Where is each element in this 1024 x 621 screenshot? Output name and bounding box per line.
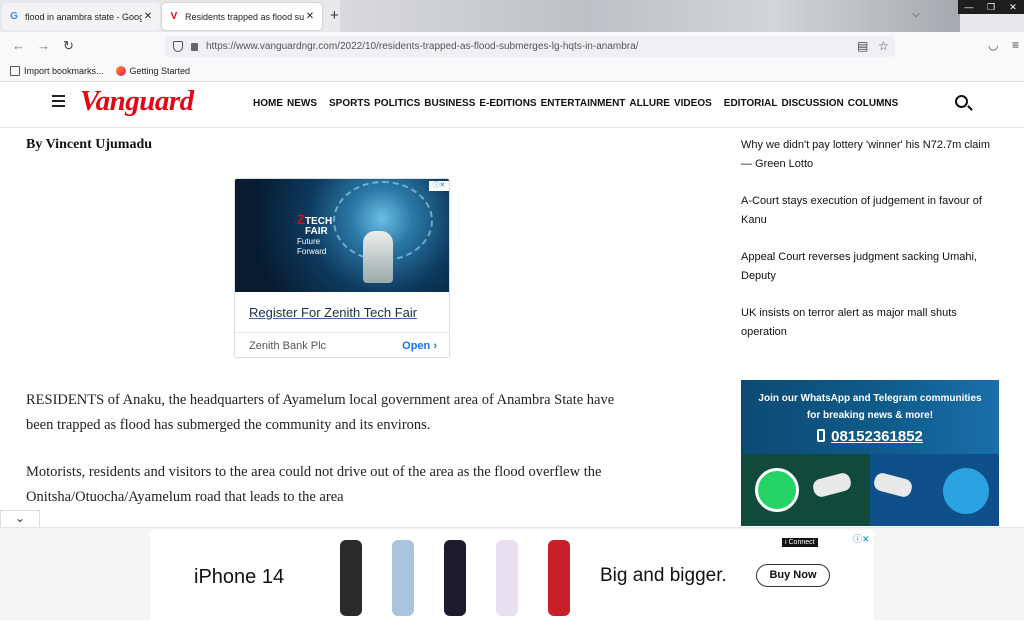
nav-politics[interactable]: POLITICS: [374, 98, 420, 109]
bookmark-import[interactable]: Import bookmarks...: [10, 65, 104, 76]
ad-banner-image[interactable]: ZTECH FAIR Future Forward ⓘ✕: [235, 179, 449, 292]
nav-allure[interactable]: ALLURE: [629, 98, 670, 109]
nav-videos[interactable]: VIDEOS: [674, 98, 712, 109]
iphone-image: [496, 540, 518, 616]
bookmark-label: Getting Started: [129, 65, 191, 76]
bookmark-label: Import bookmarks...: [24, 65, 104, 76]
main-nav: HOME NEWS SPORTS POLITICS BUSINESS E-EDI…: [253, 98, 902, 109]
pointing-hand-icon: [872, 471, 914, 499]
promo-images: [741, 454, 999, 526]
telegram-panel: [870, 454, 999, 526]
chevron-down-icon: ⌄: [14, 511, 26, 525]
import-icon: [10, 65, 20, 76]
iphone-image: [392, 540, 414, 616]
sidebar-link[interactable]: A-Court stays execution of judgement in …: [741, 192, 1001, 230]
phone-images: [340, 540, 600, 616]
iphone-image: [340, 540, 362, 616]
iphone-ad[interactable]: iPhone 14 Big and bigger. Buy Now i Conn…: [150, 530, 874, 621]
window-close-icon[interactable]: ✕: [1002, 0, 1024, 14]
ad-footer: Zenith Bank Plc Open ›: [235, 332, 449, 357]
google-favicon-icon: G: [10, 11, 18, 22]
nav-discussion[interactable]: DISCUSSION: [782, 98, 844, 109]
hamburger-menu-icon[interactable]: [52, 95, 65, 107]
robot-graphic: [363, 231, 393, 283]
forward-icon[interactable]: →: [37, 38, 50, 53]
address-bar[interactable]: https://www.vanguardngr.com/2022/10/resi…: [165, 36, 895, 57]
ad-tagline: Big and bigger.: [600, 565, 727, 586]
firefox-icon: [115, 65, 126, 76]
bottom-ad-banner[interactable]: iPhone 14 Big and bigger. Buy Now i Conn…: [0, 527, 1024, 621]
ad-sponsor: Zenith Bank Plc: [249, 339, 327, 352]
restore-icon[interactable]: ❐: [980, 0, 1002, 14]
list-all-tabs-icon[interactable]: ⌵: [912, 9, 920, 20]
nav-news[interactable]: NEWS: [287, 98, 317, 109]
chevron-right-icon: ›: [433, 339, 437, 352]
adchoices-icon[interactable]: ⓘ✕: [429, 181, 449, 191]
iconnect-logo: i Connect: [782, 538, 818, 547]
promo-phone[interactable]: 08152361852: [741, 428, 999, 445]
tabbar-background: [340, 0, 960, 32]
zenith-z-icon: Z: [297, 212, 305, 227]
article-paragraph: Motorists, residents and visitors to the…: [26, 464, 602, 505]
tab-google-search[interactable]: G flood in anambra state - Google ✕: [2, 3, 160, 30]
ad-cta-link[interactable]: Register For Zenith Tech Fair: [249, 305, 417, 320]
pocket-icon[interactable]: ◡: [988, 38, 998, 52]
lock-icon[interactable]: [191, 42, 198, 51]
vanguard-favicon-icon: V: [170, 11, 178, 22]
sidebar-link[interactable]: Appeal Court reverses judgment sacking U…: [741, 248, 1001, 286]
article-paragraph: RESIDENTS of Anaku, the headquarters of …: [26, 392, 615, 433]
new-tab-icon[interactable]: +: [330, 7, 339, 24]
ad-brand: ZTECH FAIR: [297, 212, 333, 237]
close-icon[interactable]: ✕: [304, 11, 316, 22]
telegram-icon: [943, 468, 989, 514]
nav-e-editions[interactable]: E-EDITIONS: [479, 98, 536, 109]
reload-icon[interactable]: ↻: [63, 38, 74, 54]
minimize-icon[interactable]: —: [958, 0, 980, 14]
zenith-ad[interactable]: ZTECH FAIR Future Forward ⓘ✕ Register For…: [234, 178, 450, 358]
close-icon[interactable]: ✕: [142, 11, 154, 22]
whatsapp-telegram-promo[interactable]: Join our WhatsApp and Telegram communiti…: [741, 380, 999, 526]
phone-icon: [817, 429, 826, 442]
tab-title: flood in anambra state - Google: [25, 11, 142, 22]
menu-icon[interactable]: ≡: [1012, 38, 1019, 52]
shield-icon[interactable]: [173, 41, 183, 52]
site-logo[interactable]: Vanguard: [80, 85, 194, 118]
iphone-image: [548, 540, 570, 616]
bookmark-getting-started[interactable]: Getting Started: [115, 65, 191, 76]
nav-business[interactable]: BUSINESS: [424, 98, 475, 109]
nav-columns[interactable]: COLUMNS: [848, 98, 899, 109]
ad-product-name: iPhone 14: [194, 566, 285, 588]
sidebar-link[interactable]: UK insists on terror alert as major mall…: [741, 304, 1001, 342]
back-icon[interactable]: ←: [12, 38, 25, 53]
nav-sports[interactable]: SPORTS: [329, 98, 370, 109]
search-icon[interactable]: [955, 95, 968, 108]
iphone-image: [444, 540, 466, 616]
bookmark-star-icon[interactable]: ☆: [878, 39, 889, 53]
browser-tab-bar: G flood in anambra state - Google ✕ V Re…: [0, 0, 1024, 32]
whatsapp-icon: [755, 468, 799, 512]
nav-entertainment[interactable]: ENTERTAINMENT: [541, 98, 626, 109]
url-text[interactable]: https://www.vanguardngr.com/2022/10/resi…: [206, 41, 638, 52]
tab-title: Residents trapped as flood subm: [185, 11, 304, 22]
buy-now-button[interactable]: Buy Now: [756, 564, 830, 587]
adchoices-icon[interactable]: ⓘ✕: [853, 532, 870, 545]
pointing-hand-icon: [811, 471, 853, 499]
reader-view-icon[interactable]: ▤: [857, 39, 868, 53]
nav-home[interactable]: HOME: [253, 98, 283, 109]
bookmarks-bar: Import bookmarks... Getting Started: [0, 60, 1024, 82]
ad-tagline: Future Forward: [297, 237, 327, 256]
promo-text: Join our WhatsApp and Telegram communiti…: [758, 393, 982, 421]
article-byline: By Vincent Ujumadu: [26, 137, 153, 152]
browser-nav-bar: ← → ↻ https://www.vanguardngr.com/2022/1…: [0, 32, 1024, 60]
nav-editorial[interactable]: EDITORIAL: [724, 98, 778, 109]
collapse-ad-button[interactable]: ⌄: [0, 510, 40, 527]
site-header: Vanguard HOME NEWS SPORTS POLITICS BUSIN…: [0, 82, 1024, 128]
whatsapp-panel: [741, 454, 870, 526]
ad-open-button[interactable]: Open ›: [402, 340, 437, 352]
sidebar-link[interactable]: Why we didn't pay lottery 'winner' his N…: [741, 136, 1001, 174]
tab-vanguard-article[interactable]: V Residents trapped as flood subm ✕: [162, 3, 322, 30]
sidebar-headlines: Why we didn't pay lottery 'winner' his N…: [741, 136, 1001, 360]
